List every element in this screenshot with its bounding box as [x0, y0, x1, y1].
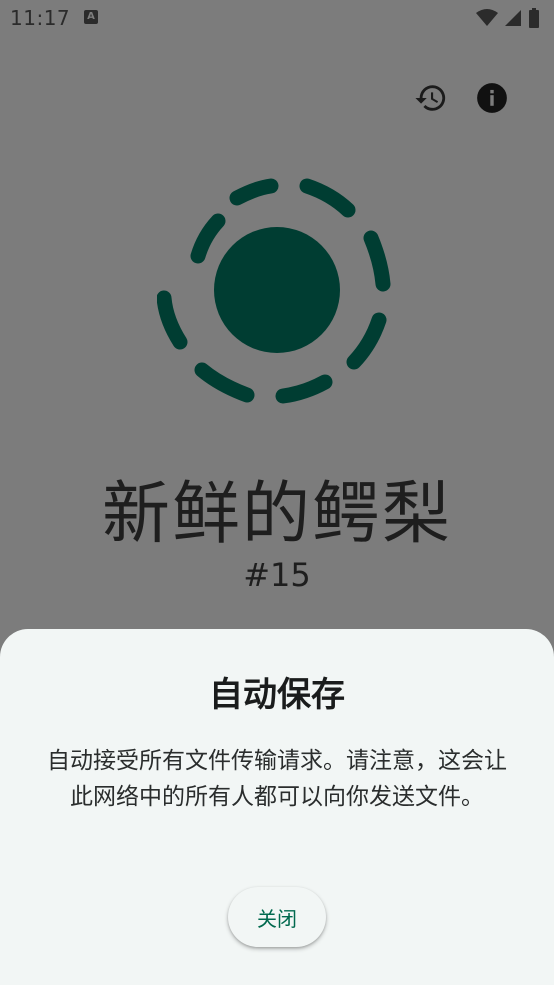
close-button[interactable]: 关闭	[228, 887, 326, 947]
status-time: 11:17	[10, 6, 71, 30]
signal-icon	[505, 10, 521, 26]
device-number: #15	[243, 556, 311, 594]
auto-save-sheet: 自动保存 自动接受所有文件传输请求。请注意，这会让此网络中的所有人都可以向你发送…	[0, 629, 554, 985]
logo-center-dot	[214, 227, 340, 353]
info-icon	[477, 83, 507, 113]
sheet-title: 自动保存	[209, 675, 345, 715]
history-button[interactable]	[411, 78, 451, 118]
screen: 11:17 A 新鲜的鳄梨 #15 自动保存 自动接受所有文件传输请求。请注意，…	[0, 0, 554, 985]
battery-icon	[529, 8, 539, 28]
status-bar: 11:17 A	[0, 0, 554, 38]
notification-a-icon: A	[84, 10, 98, 24]
status-icons	[476, 6, 540, 30]
history-icon	[415, 85, 446, 111]
wifi-icon	[476, 9, 498, 26]
sheet-message: 自动接受所有文件传输请求。请注意，这会让此网络中的所有人都可以向你发送文件。	[47, 748, 507, 810]
info-button[interactable]	[472, 78, 512, 118]
device-name: 新鲜的鳄梨	[101, 475, 452, 554]
app-logo	[157, 178, 391, 404]
